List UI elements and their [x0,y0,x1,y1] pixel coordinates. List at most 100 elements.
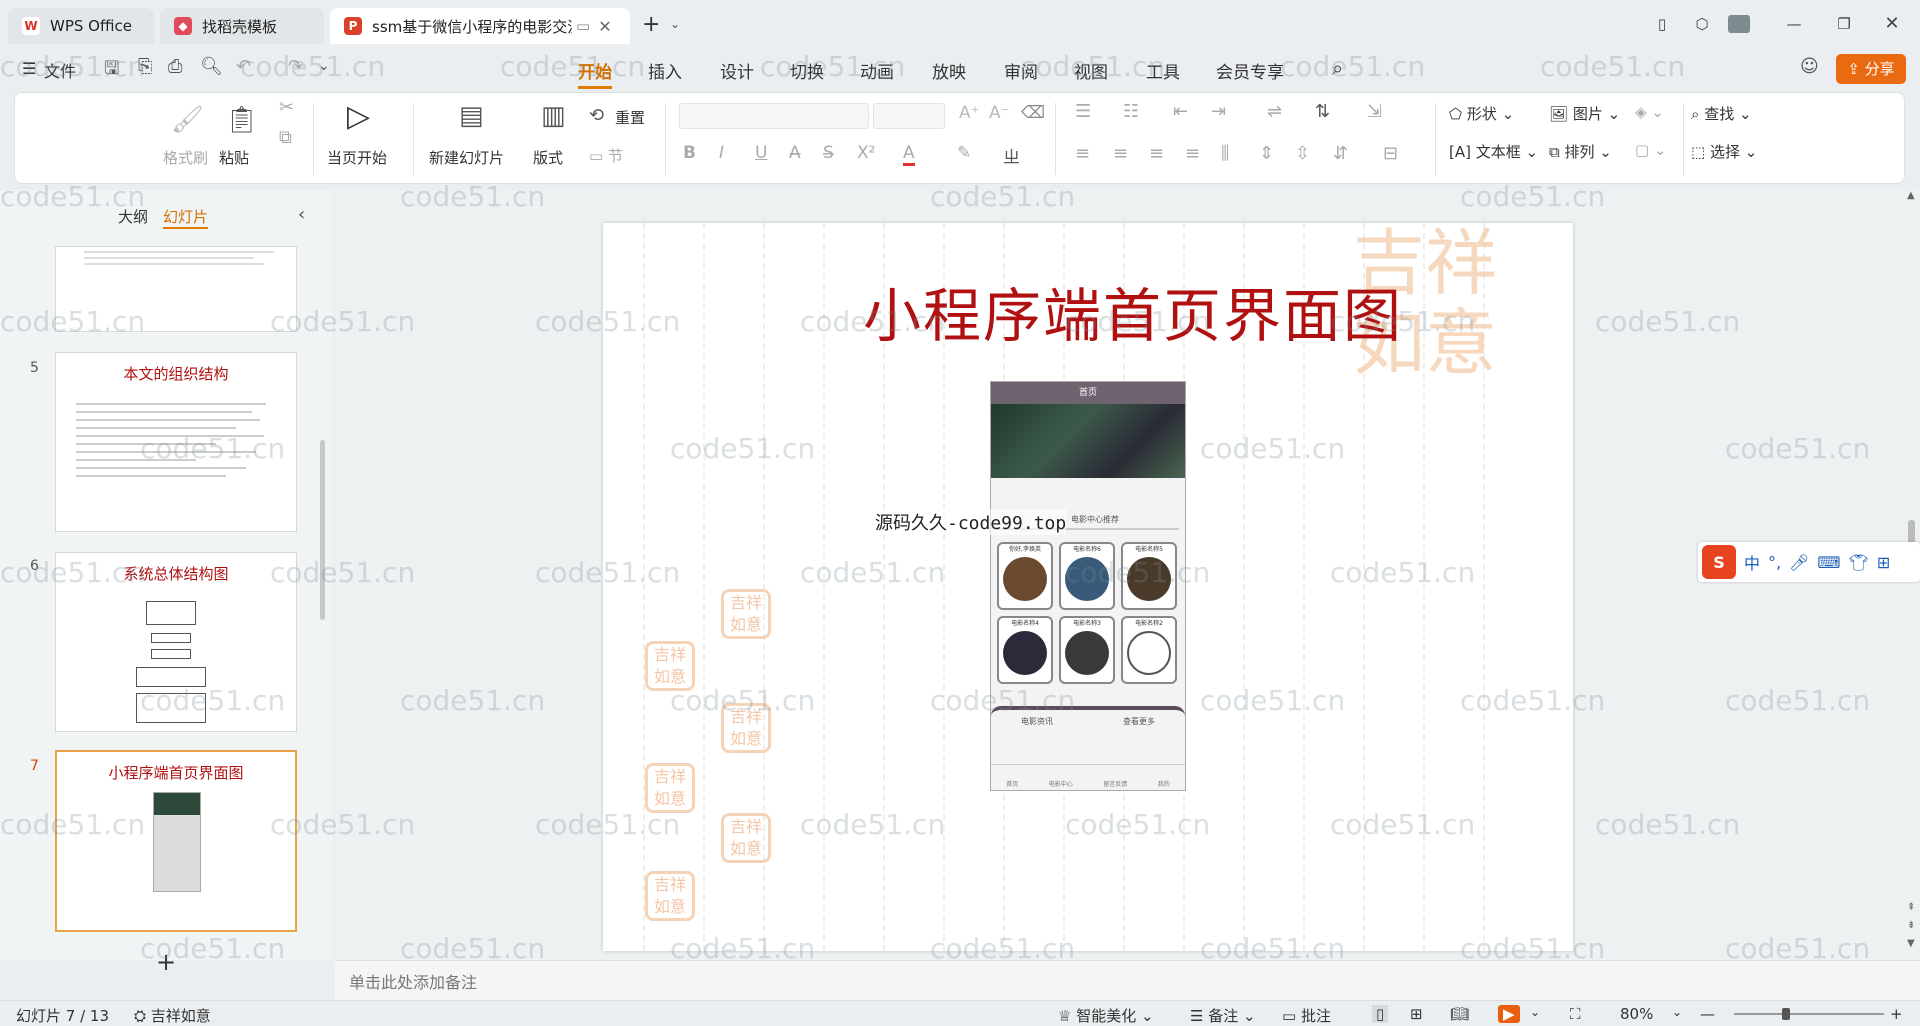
grid-icon[interactable]: ⊞ [1877,553,1890,572]
ime-lang[interactable]: 中 [1744,550,1760,574]
start-from-current-button[interactable]: 当页开始 [327,147,387,168]
restore-icon[interactable]: ❐ [1830,12,1858,36]
notes-area[interactable]: 单击此处添加备注 [335,960,1920,1000]
slide-thumbnail-5[interactable]: 本文的组织结构 [55,352,297,532]
notes-button[interactable]: ☰ 备注 ⌄ [1190,1005,1256,1026]
tab-review[interactable]: 审阅 [1004,58,1038,83]
section-button[interactable]: ▭ 节 [589,145,623,166]
chevron-down-icon[interactable]: ⌄ [670,17,680,31]
tab-transition[interactable]: 切换 [790,58,824,83]
minimize-icon[interactable]: — [1780,12,1808,36]
avatar[interactable] [1728,15,1750,33]
slide-thumbnail-6[interactable]: 系统总体结构图 [55,552,297,732]
slide-sorter-icon[interactable]: ⊞ [1410,1005,1423,1023]
tab-insert[interactable]: 插入 [648,58,682,83]
line-spacing-icon[interactable]: ⇅ [1315,101,1330,122]
skin-icon[interactable]: 👕︎ [1849,553,1869,572]
tab-slideshow[interactable]: 放映 [932,58,966,83]
columns-icon[interactable]: ⇵ [1333,143,1348,164]
zoom-dropdown-icon[interactable]: ⌄ [1672,1005,1682,1019]
play-slideshow-icon[interactable]: ▶ [1498,1005,1520,1023]
panel-scrollbar[interactable] [320,440,325,620]
sidebar-layout-icon[interactable]: ▯ [1648,12,1676,36]
sogou-logo-icon[interactable]: S [1702,545,1736,579]
copy-icon[interactable]: ⧉ [279,127,292,148]
microphone-icon[interactable]: 🎤︎ [1789,553,1809,572]
print-icon[interactable]: ⎙ [168,56,182,77]
numbered-list-icon[interactable]: ☷ [1123,101,1139,122]
slide[interactable]: 吉祥 如意 吉祥 如意 吉祥 如意 吉祥 如意 吉祥 如意 吉祥 如意 吉祥 如意 小程序端首… [603,223,1573,951]
hamburger-icon[interactable]: ☰ [22,59,36,78]
reading-view-icon[interactable]: 📖︎ [1450,1005,1469,1023]
slide-title[interactable]: 小程序端首页界面图 [823,269,1443,353]
fit-window-icon[interactable]: ⛶ [1570,1005,1581,1023]
zoom-slider[interactable] [1734,1008,1884,1020]
tab-tools[interactable]: 工具 [1146,58,1180,83]
outline-icon[interactable]: ▢ ⌄ [1635,141,1667,159]
save-icon[interactable]: 🖫 [104,56,119,86]
shape-button[interactable]: ⬠ 形状 ⌄ [1449,103,1514,124]
align-center-icon[interactable]: ≡ [1113,143,1128,164]
zoom-level[interactable]: 80% [1620,1005,1653,1023]
paragraph-icon[interactable]: ⇳ [1295,143,1310,164]
cube-icon[interactable]: ⬡ [1688,12,1716,36]
share-button[interactable]: ⇪ 分享 [1836,54,1906,84]
select-button[interactable]: ⬚ 选择 ⌄ [1691,141,1757,162]
bullet-list-icon[interactable]: ☰ [1075,101,1091,122]
tab-member[interactable]: 会员专享 [1216,58,1284,83]
add-slide-icon[interactable]: + [156,948,176,976]
format-painter-button[interactable]: 格式刷 [163,147,208,168]
outline-tab[interactable]: 大纲 [118,206,148,227]
search-icon[interactable]: ⌕ [1332,56,1343,80]
scroll-up-icon[interactable]: ▲ [1907,190,1915,201]
slideshow-dropdown-icon[interactable]: ⌄ [1530,1005,1540,1019]
picture-button[interactable]: 🖼︎ 图片 ⌄ [1549,103,1620,124]
theme-name[interactable]: ⛭ 吉祥如意 [134,1005,211,1026]
arrange-button[interactable]: ⧉ 排列 ⌄ [1549,141,1612,162]
font-shrink-icon[interactable]: A⁻ [989,103,1010,123]
phonetic-icon[interactable]: ㄓ [1003,143,1020,168]
outdent-icon[interactable]: ⇤ [1173,101,1188,122]
font-family-select[interactable] [679,103,869,129]
reset-button[interactable]: 重置 [615,107,645,128]
text-align-icon[interactable]: ⊟ [1383,143,1398,164]
shadow-icon[interactable]: S̶ [823,143,834,163]
tab-document[interactable]: P ssm基于微信小程序的电影交流 ▭ ✕ [330,8,630,44]
tab-docer[interactable]: ◆ 找稻壳模板 [160,8,324,44]
close-window-icon[interactable]: ✕ [1878,12,1906,36]
zoom-out-icon[interactable]: — [1700,1005,1715,1023]
next-page-icon[interactable]: ⇟ [1907,920,1915,931]
redo-icon[interactable]: ↷ [288,56,303,77]
ime-toolbar[interactable]: S 中 °, 🎤︎ ⌨ 👕︎ ⊞ [1698,542,1920,582]
highlight-icon[interactable]: ✎ [957,143,971,163]
fill-icon[interactable]: ◈ ⌄ [1635,103,1664,121]
monitor-icon[interactable]: ▭ [576,17,590,35]
justify-icon[interactable]: ≡ [1185,143,1200,164]
distribute-icon[interactable]: ⫼ [1221,143,1229,164]
strikethrough-icon[interactable]: A̶ [789,143,801,163]
chat-icon[interactable]: ☺ [1800,56,1819,77]
quick-access-dropdown-icon[interactable]: ⌄ [318,58,330,74]
font-size-select[interactable] [873,103,945,129]
indent-icon[interactable]: ⇥ [1211,101,1226,122]
tab-home[interactable]: 开始 [578,58,612,89]
new-slide-button[interactable]: 新建幻灯片 [429,147,504,168]
font-color-icon[interactable]: A [903,143,915,166]
font-grow-icon[interactable]: A⁺ [959,103,980,123]
zoom-slider-thumb[interactable] [1782,1008,1790,1020]
slide-thumbnail-7[interactable]: 小程序端首页界面图 [55,750,297,932]
align-right-icon[interactable]: ≡ [1149,143,1164,164]
phone-screenshot[interactable]: 首页 电影中心推荐 你好,李焕英 电影名称6 电影名称5 电影名称4 电影名称3 [990,381,1186,791]
paste-button[interactable]: 粘贴 [219,147,249,168]
align-left-icon[interactable]: ≡ [1075,143,1090,164]
italic-icon[interactable]: I [719,143,724,163]
zoom-in-icon[interactable]: + [1890,1005,1903,1023]
layout-button[interactable]: 版式 [533,147,563,168]
underline-icon[interactable]: U [755,143,767,163]
spacing-icon[interactable]: ⇕ [1259,143,1274,164]
textbox-button[interactable]: [A] 文本框 ⌄ [1449,141,1538,162]
file-menu[interactable]: 文件 [44,58,76,82]
close-tab-icon[interactable]: ✕ [598,17,611,36]
collapse-panel-icon[interactable]: ‹ [298,204,305,225]
new-tab-icon[interactable]: + [642,12,660,37]
